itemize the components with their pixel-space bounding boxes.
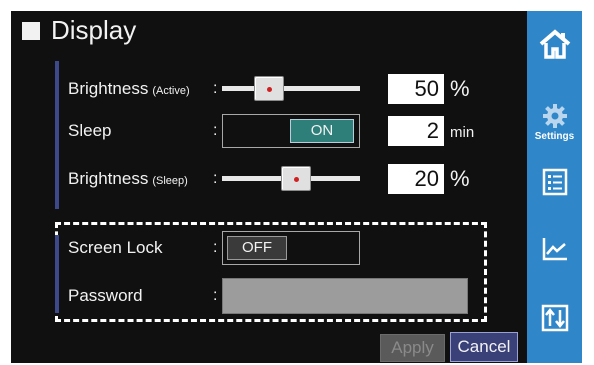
sidebar-item-chart[interactable] bbox=[527, 236, 582, 262]
colon: : bbox=[213, 170, 218, 187]
cancel-button[interactable]: Cancel bbox=[450, 332, 518, 362]
sleep-toggle-frame: ON bbox=[222, 114, 360, 148]
sidebar-item-settings[interactable]: Settings bbox=[527, 103, 582, 142]
title-square-icon bbox=[22, 22, 40, 40]
gear-icon bbox=[542, 104, 567, 128]
percent-unit: % bbox=[450, 166, 470, 191]
apply-button[interactable]: Apply bbox=[380, 334, 445, 362]
screen-lock-label: Screen Lock bbox=[68, 238, 163, 257]
screen-lock-off-button[interactable]: OFF bbox=[227, 236, 287, 260]
slider-thumb[interactable] bbox=[281, 166, 311, 191]
brightness-sleep-value-field[interactable]: 20 bbox=[388, 164, 444, 194]
sleep-minutes-field[interactable]: 2 bbox=[388, 116, 444, 146]
password-label: Password bbox=[68, 286, 143, 305]
colon: : bbox=[213, 239, 218, 256]
checklist-icon bbox=[542, 168, 567, 196]
brightness-active-value-field[interactable]: 50 bbox=[388, 74, 444, 104]
sidebar-settings-label: Settings bbox=[534, 131, 575, 142]
brightness-sleep-slider[interactable] bbox=[222, 161, 360, 197]
sleep-row: Sleep : ON 2 min bbox=[11, 113, 527, 149]
home-icon bbox=[539, 29, 570, 59]
title-bar: Display bbox=[11, 11, 527, 51]
slider-thumb[interactable] bbox=[254, 76, 284, 101]
sidebar-item-list[interactable] bbox=[527, 168, 582, 196]
sidebar: Settings bbox=[527, 11, 582, 363]
percent-unit: % bbox=[450, 76, 470, 101]
page-title: Display bbox=[51, 15, 137, 45]
brightness-sleep-label: Brightness (Sleep) bbox=[68, 169, 188, 188]
password-input[interactable] bbox=[222, 278, 468, 314]
min-unit: min bbox=[450, 124, 475, 141]
sleep-on-button[interactable]: ON bbox=[290, 119, 354, 143]
slider-track bbox=[222, 86, 360, 91]
brightness-active-row: Brightness (Active) : 50 % bbox=[11, 71, 527, 107]
colon: : bbox=[213, 122, 218, 139]
screen-lock-toggle-frame: OFF bbox=[222, 231, 360, 265]
screen-lock-row: Screen Lock : OFF bbox=[11, 230, 527, 266]
display-settings-screen: Display Brightness (Active) : 50 % Sleep … bbox=[11, 11, 582, 363]
line-chart-icon bbox=[542, 238, 567, 261]
brightness-sleep-row: Brightness (Sleep) : 20 % bbox=[11, 161, 527, 197]
brightness-active-label: Brightness (Active) bbox=[68, 79, 190, 98]
colon: : bbox=[213, 80, 218, 97]
transfer-icon bbox=[541, 304, 568, 332]
colon: : bbox=[213, 287, 218, 304]
sidebar-item-home[interactable] bbox=[527, 29, 582, 59]
sidebar-item-transfer[interactable] bbox=[527, 304, 582, 332]
brightness-active-slider[interactable] bbox=[222, 71, 360, 107]
sleep-label: Sleep bbox=[68, 121, 112, 140]
